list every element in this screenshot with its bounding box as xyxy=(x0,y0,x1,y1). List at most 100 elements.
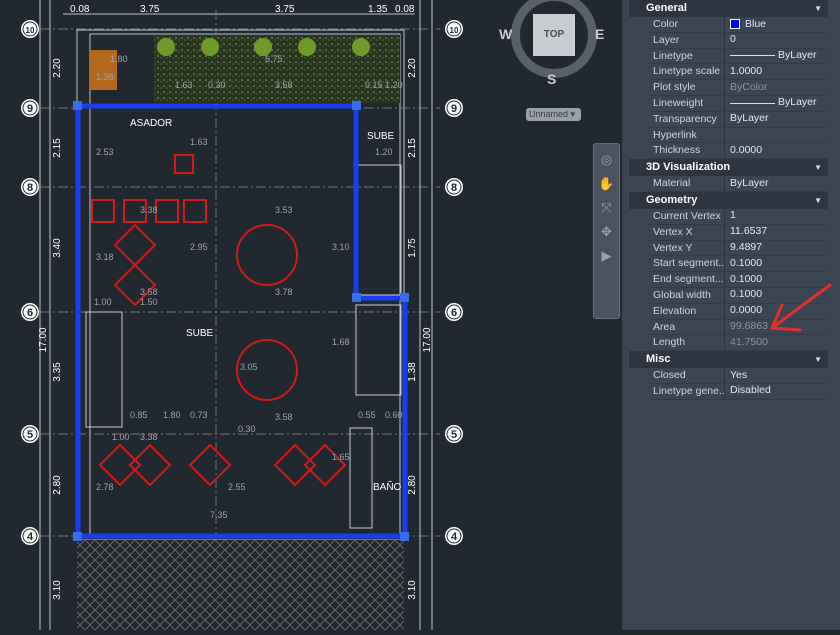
compass-east[interactable]: E xyxy=(595,26,604,42)
orbit-icon[interactable]: ✥ xyxy=(594,224,619,240)
dim-text: 2.80 xyxy=(407,475,418,495)
drawing-canvas[interactable]: 0.08 3.75 3.75 1.35 0.08 ASADOR SUBE SUB… xyxy=(0,0,622,630)
collapse-icon[interactable]: ▼ xyxy=(814,159,822,176)
dim-text: 3.58 xyxy=(275,412,293,422)
room-label: SUBE xyxy=(186,328,214,339)
steering-wheel-icon[interactable]: ◎ xyxy=(594,152,619,168)
viewcube[interactable]: TOP W E S xyxy=(499,0,604,88)
grid-bubble: 9 xyxy=(21,99,39,117)
property-value[interactable]: 0.0000 xyxy=(725,143,828,158)
dim-text: 1.80 xyxy=(110,54,128,64)
dim-text: 3.58 xyxy=(275,80,293,90)
property-value[interactable]: Disabled xyxy=(725,384,828,399)
room-label: ASADOR xyxy=(130,118,172,129)
dim-text: 0.55 xyxy=(358,410,376,420)
compass-west[interactable]: W xyxy=(499,26,512,42)
dim-text: 0.30 xyxy=(208,80,226,90)
linetype-preview-icon xyxy=(730,102,775,104)
property-value[interactable]: ByLayer xyxy=(725,176,828,191)
property-row[interactable]: Layer 0 xyxy=(647,32,828,49)
property-value-text: 0.0000 xyxy=(730,304,763,317)
total-dim-text: 17.00 xyxy=(422,327,433,352)
dim-text: 7.35 xyxy=(210,510,228,520)
section-misc[interactable]: Misc ▼ xyxy=(629,351,828,369)
property-value[interactable]: ByLayer xyxy=(725,49,828,64)
property-label: Linetype xyxy=(647,48,725,64)
property-row[interactable]: Current Vertex 1 xyxy=(647,208,828,225)
property-value: ByColor xyxy=(725,80,828,95)
property-row[interactable]: Linetype ByLayer xyxy=(647,48,828,65)
property-label: Vertex Y xyxy=(647,240,725,256)
property-label: Elevation xyxy=(647,303,725,319)
property-value[interactable]: 1.0000 xyxy=(725,64,828,79)
property-row[interactable]: Closed Yes xyxy=(647,368,828,384)
dim-text: 1.63 xyxy=(190,137,208,147)
grid-bubble: 8 xyxy=(445,178,463,196)
room-label: BAÑO xyxy=(373,480,402,493)
property-row[interactable]: Color Blue xyxy=(647,17,828,33)
ucs-dropdown[interactable]: Unnamed ▾ xyxy=(526,108,581,121)
property-value[interactable]: 11.6537 xyxy=(725,225,828,240)
showmotion-icon[interactable]: ▶ xyxy=(594,248,619,264)
grid-bubble: 8 xyxy=(21,178,39,196)
dim-text: 3.10 xyxy=(332,242,350,252)
property-label: Material xyxy=(647,176,725,191)
property-row[interactable]: Vertex Y 9.4897 xyxy=(647,240,828,257)
dim-text: 3.78 xyxy=(275,287,293,297)
property-value-text: ByLayer xyxy=(778,49,817,62)
dim-text: 2.95 xyxy=(190,242,208,252)
floor-plan: 0.08 3.75 3.75 1.35 0.08 ASADOR SUBE SUB… xyxy=(21,0,463,630)
property-row[interactable]: Thickness 0.0000 xyxy=(647,143,828,160)
property-row[interactable]: Lineweight ByLayer xyxy=(647,95,828,112)
property-value[interactable]: Blue xyxy=(725,17,828,32)
zoom-icon[interactable]: ⤧ xyxy=(594,200,619,216)
grid-label: 5 xyxy=(451,429,457,441)
property-row[interactable]: Hyperlink xyxy=(647,127,828,144)
dim-text: 2.15 xyxy=(407,138,418,158)
section-title: Geometry xyxy=(646,193,698,206)
collapse-icon[interactable]: ▼ xyxy=(814,0,822,17)
grid-label: 6 xyxy=(27,307,33,319)
property-value[interactable]: 1 xyxy=(725,209,828,224)
property-value-text: 1 xyxy=(730,209,736,222)
property-row[interactable]: Linetype gene... Disabled xyxy=(647,383,828,400)
pan-icon[interactable]: ✋ xyxy=(594,176,619,192)
section-title: Misc xyxy=(646,353,671,366)
property-value-text: 0.1000 xyxy=(730,272,763,285)
section-3d-visualization[interactable]: 3D Visualization ▼ xyxy=(629,159,828,177)
property-value[interactable] xyxy=(725,128,828,143)
property-row[interactable]: Vertex X 11.6537 xyxy=(647,224,828,241)
dim-text: 1.50 xyxy=(140,297,158,307)
collapse-icon[interactable]: ▼ xyxy=(814,192,822,209)
navigation-bar[interactable]: ◎ ✋ ⤧ ✥ ▶ xyxy=(593,143,620,319)
property-row[interactable]: Transparency ByLayer xyxy=(647,111,828,128)
collapse-icon[interactable]: ▼ xyxy=(814,351,822,368)
grid-label: 4 xyxy=(27,531,34,543)
dim-text: 3.38 xyxy=(140,205,158,215)
property-value[interactable]: 0.1000 xyxy=(725,256,828,271)
property-label: Hyperlink xyxy=(647,127,725,143)
property-value[interactable]: ByLayer xyxy=(725,96,828,111)
dim-text: 1.38 xyxy=(96,72,114,82)
dim-text: 2.80 xyxy=(52,475,63,495)
property-value[interactable]: 9.4897 xyxy=(725,241,828,256)
property-row[interactable]: Material ByLayer xyxy=(647,176,828,192)
property-row[interactable]: Linetype scale 1.0000 xyxy=(647,64,828,81)
property-value-text: ByColor xyxy=(730,80,768,93)
property-row[interactable]: Start segment... 0.1000 xyxy=(647,256,828,273)
grid-bubble: 5 xyxy=(445,425,463,443)
property-label: Linetype gene... xyxy=(647,383,725,399)
property-value-text: 9.4897 xyxy=(730,241,763,254)
property-value-text: ByLayer xyxy=(730,176,769,189)
linetype-preview-icon xyxy=(730,55,775,57)
compass-south[interactable]: S xyxy=(547,71,556,87)
section-general[interactable]: General ▼ xyxy=(629,0,828,17)
furniture xyxy=(91,154,347,487)
property-row[interactable]: Plot style ByColor xyxy=(647,80,828,96)
property-label: Thickness xyxy=(647,143,725,159)
property-value[interactable]: ByLayer xyxy=(725,112,828,127)
section-geometry[interactable]: Geometry ▼ xyxy=(629,191,828,209)
viewcube-top-face[interactable]: TOP xyxy=(533,14,575,56)
property-value[interactable]: 0 xyxy=(725,33,828,48)
property-value[interactable]: Yes xyxy=(725,368,828,383)
